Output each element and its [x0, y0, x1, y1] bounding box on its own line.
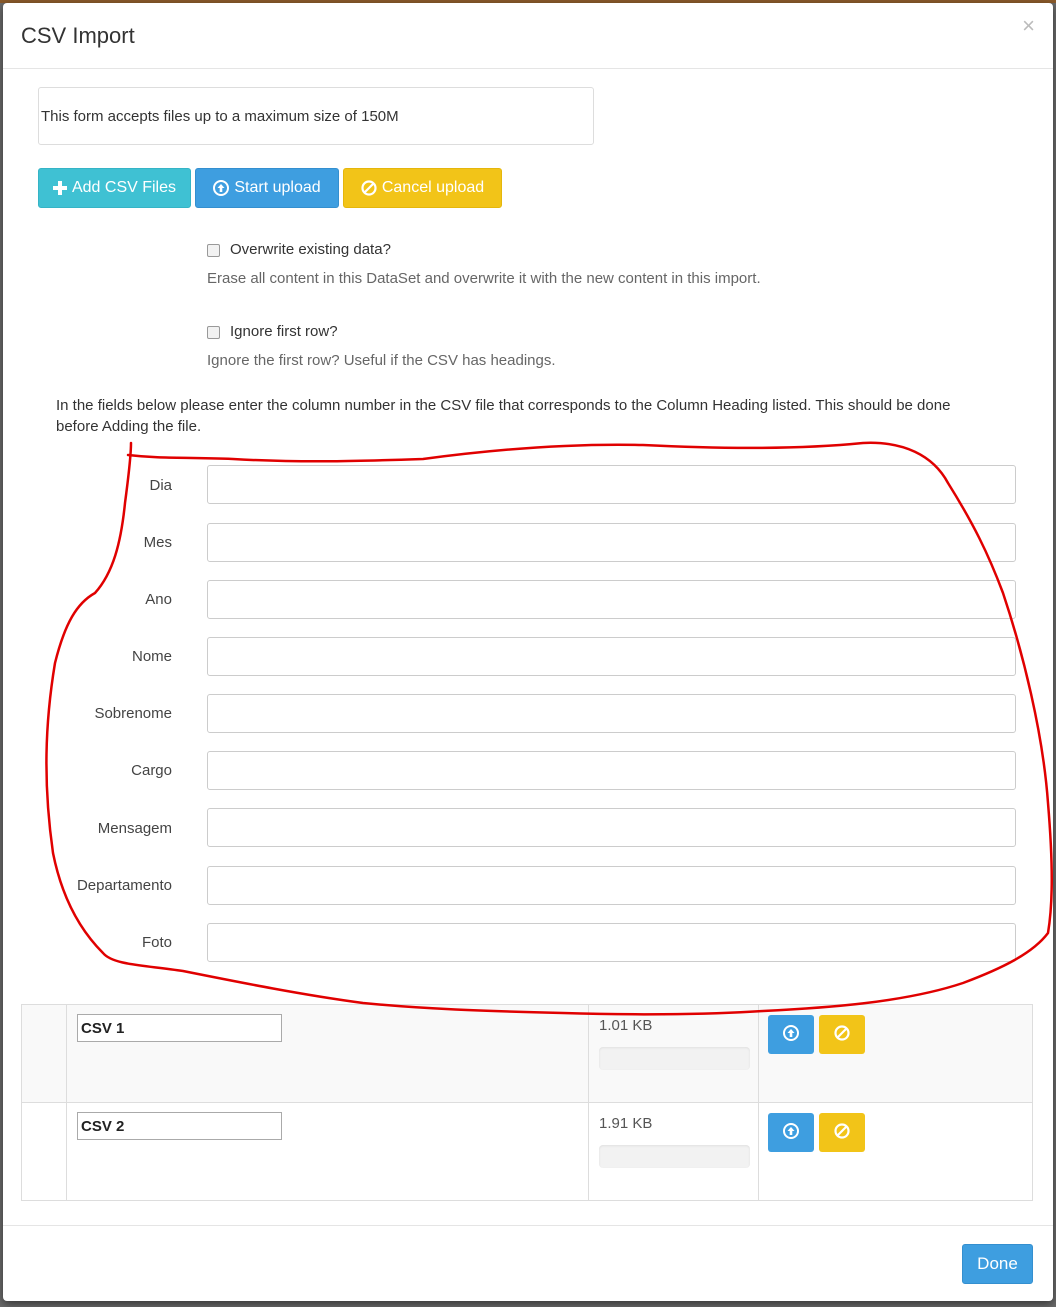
overwrite-label: Overwrite existing data?	[230, 241, 391, 258]
done-button[interactable]: Done	[962, 1244, 1033, 1284]
field-label-ano: Ano	[145, 591, 172, 608]
plus-icon	[52, 181, 67, 195]
field-input-mes[interactable]	[207, 523, 1016, 562]
field-label-mes: Mes	[143, 534, 172, 551]
table-row: 1.01 KB	[22, 1005, 1032, 1103]
field-label-foto: Foto	[141, 934, 172, 951]
column-divider	[588, 1005, 589, 1200]
add-csv-files-button[interactable]: Add CSV Files	[38, 168, 191, 208]
field-input-ano[interactable]	[207, 580, 1016, 619]
files-table: 1.01 KB 1.91 KB	[21, 1004, 1033, 1201]
field-label-nome: Nome	[131, 648, 172, 665]
column-divider	[66, 1005, 67, 1200]
upload-circle-icon	[783, 1123, 799, 1142]
ignore-first-row-help: Ignore the first row? Useful if the CSV …	[207, 352, 556, 369]
field-input-sobrenome[interactable]	[207, 694, 1016, 733]
cancel-file-upload-button[interactable]	[819, 1113, 865, 1152]
overwrite-help: Erase all content in this DataSet and ov…	[207, 270, 761, 287]
max-size-info: This form accepts files up to a maximum …	[38, 87, 594, 145]
add-csv-files-label: Add CSV Files	[71, 179, 177, 196]
close-icon[interactable]: ×	[1022, 15, 1035, 37]
field-input-departamento[interactable]	[207, 866, 1016, 905]
ban-icon	[834, 1025, 850, 1044]
modal-footer	[3, 1225, 1053, 1301]
upload-circle-icon	[783, 1025, 799, 1044]
start-upload-button[interactable]: Start upload	[195, 168, 339, 208]
overwrite-checkbox[interactable]	[207, 244, 220, 257]
csv-import-modal: CSV Import × This form accepts files up …	[3, 3, 1053, 1301]
start-file-upload-button[interactable]	[768, 1113, 814, 1152]
table-row: 1.91 KB	[22, 1103, 1032, 1201]
field-label-mensagem: Mensagem	[97, 820, 172, 837]
cancel-upload-button[interactable]: Cancel upload	[343, 168, 502, 208]
column-instructions: In the fields below please enter the col…	[56, 397, 951, 435]
field-input-nome[interactable]	[207, 637, 1016, 676]
start-file-upload-button[interactable]	[768, 1015, 814, 1054]
modal-header: CSV Import ×	[3, 3, 1053, 69]
field-label-dia: Dia	[149, 477, 172, 494]
file-size: 1.91 KB	[599, 1115, 653, 1132]
ignore-first-row-label: Ignore first row?	[230, 323, 338, 340]
start-upload-label: Start upload	[234, 179, 321, 196]
cancel-upload-label: Cancel upload	[381, 179, 485, 196]
field-label-departamento: Departamento	[76, 877, 172, 894]
field-input-cargo[interactable]	[207, 751, 1016, 790]
field-input-foto[interactable]	[207, 923, 1016, 962]
ban-icon	[361, 180, 377, 196]
upload-progress-bar	[599, 1047, 750, 1070]
cancel-file-upload-button[interactable]	[819, 1015, 865, 1054]
modal-title: CSV Import	[21, 23, 135, 48]
field-label-sobrenome: Sobrenome	[94, 705, 172, 722]
upload-circle-icon	[213, 180, 230, 196]
ban-icon	[834, 1123, 850, 1142]
ignore-first-row-checkbox[interactable]	[207, 326, 220, 339]
file-size: 1.01 KB	[599, 1017, 653, 1034]
file-name-input[interactable]	[77, 1112, 282, 1140]
upload-progress-bar	[599, 1145, 750, 1168]
field-label-cargo: Cargo	[131, 762, 172, 779]
file-name-input[interactable]	[77, 1014, 282, 1042]
field-input-dia[interactable]	[207, 465, 1016, 504]
column-divider	[758, 1005, 759, 1200]
field-input-mensagem[interactable]	[207, 808, 1016, 847]
